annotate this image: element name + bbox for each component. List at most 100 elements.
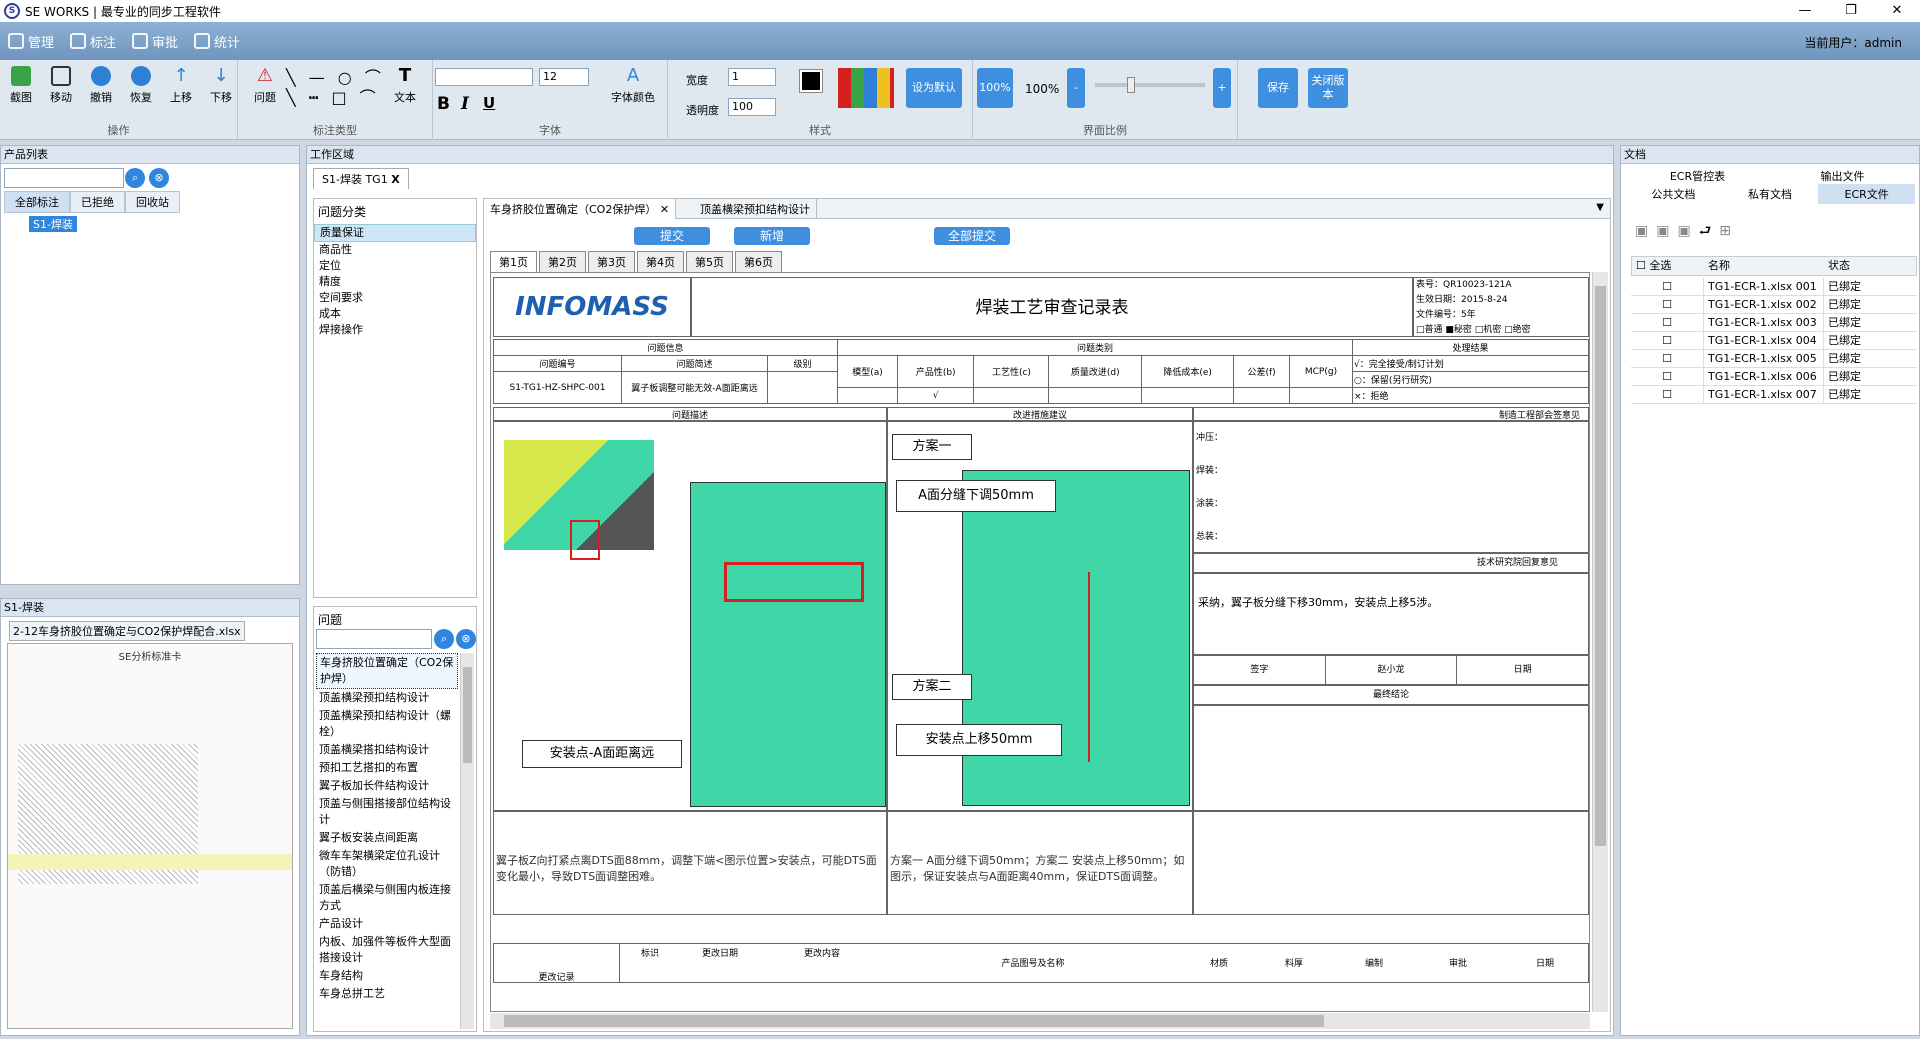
level-value[interactable] [767, 371, 838, 404]
doc-row[interactable]: ☐ TG1-ECR-1.xlsx 007 已绑定 [1631, 386, 1917, 404]
tab-dropdown-icon[interactable]: ▼ [1596, 202, 1604, 213]
scroll-thumb[interactable] [1595, 286, 1606, 846]
font-size-input[interactable]: 12 [539, 68, 589, 86]
bold-button[interactable]: B [437, 94, 450, 114]
text-button[interactable]: T 文本 [388, 66, 422, 105]
sign-welding[interactable]: 焊装： [1196, 455, 1588, 488]
product-search-input[interactable] [4, 168, 124, 188]
issue-item[interactable]: 预扣工艺搭扣的布置 [316, 759, 458, 777]
shape-tools[interactable]: ╲ — ○ ⌒ ╲ ┅ □ ⌒ [286, 68, 386, 108]
cat-select[interactable] [1048, 387, 1143, 404]
page-tab[interactable]: 第4页 [637, 251, 684, 272]
cat-select[interactable] [1233, 387, 1290, 404]
sheet-vscrollbar[interactable] [1592, 272, 1608, 1012]
close-button[interactable]: ✕ [1874, 0, 1920, 22]
zoom-out-button[interactable]: - [1067, 68, 1085, 108]
close-icon[interactable]: X [391, 173, 399, 186]
issue-item[interactable]: 顶盖与侧围搭接部位结构设计 [316, 795, 458, 829]
cat-select[interactable] [1288, 387, 1354, 404]
cat-select[interactable] [973, 387, 1050, 404]
move-up-button[interactable]: ↑ 上移 [164, 66, 198, 105]
category-item[interactable]: 质量保证 [314, 224, 476, 242]
submit-button[interactable]: 提交 [634, 227, 710, 245]
file-thumbnail[interactable]: SE分析标准卡 [7, 643, 293, 1029]
tree-item-s1[interactable]: S1-焊装 [29, 216, 77, 232]
opacity-input[interactable]: 100 [728, 98, 776, 116]
doc-row[interactable]: ☐ TG1-ECR-1.xlsx 002 已绑定 [1631, 296, 1917, 314]
tab-rejected[interactable]: 已拒绝 [70, 191, 125, 213]
page-tab[interactable]: 第6页 [735, 251, 782, 272]
col-name[interactable]: 名称 [1704, 257, 1824, 275]
final-conclusion-area[interactable] [1193, 705, 1589, 811]
tab-public[interactable]: 公共文档 [1625, 184, 1722, 204]
row-checkbox[interactable]: ☐ [1631, 350, 1703, 367]
zoom-slider-handle[interactable] [1127, 77, 1135, 93]
issue-item[interactable]: 微车车架横梁定位孔设计（防错） [316, 847, 458, 881]
tab-ecr-control[interactable]: ECR管控表 [1625, 166, 1770, 186]
scroll-thumb[interactable] [504, 1015, 1324, 1027]
row-checkbox[interactable]: ☐ [1631, 296, 1703, 313]
doc-tab-2[interactable]: 顶盖横梁预扣结构设计 [694, 199, 817, 219]
tab-all[interactable]: 全部标注 [4, 191, 70, 213]
issue-item[interactable]: 顶盖横梁搭扣结构设计 [316, 741, 458, 759]
doc-toolbar-icons[interactable]: ▣▣▣⮐⊞ [1635, 220, 1739, 244]
zoom-in-button[interactable]: + [1213, 68, 1231, 108]
category-item[interactable]: 空间要求 [314, 290, 476, 306]
minimize-button[interactable]: — [1782, 0, 1828, 22]
cat-select[interactable] [837, 387, 898, 404]
row-checkbox[interactable]: ☐ [1631, 368, 1703, 385]
clear-icon[interactable]: ⊗ [149, 168, 169, 188]
category-item[interactable]: 焊接操作 [314, 322, 476, 338]
category-item[interactable]: 定位 [314, 258, 476, 274]
menu-stats[interactable]: 统计 [194, 32, 240, 51]
maximize-button[interactable]: ❐ [1828, 0, 1874, 22]
category-item[interactable]: 商品性 [314, 242, 476, 258]
category-item[interactable]: 精度 [314, 274, 476, 290]
tab-ecr-files[interactable]: ECR文件 [1818, 184, 1916, 204]
file-tab[interactable]: 2-12车身挤胶位置确定与CO2保护焊配合.xlsx [9, 621, 245, 641]
cat-select[interactable] [1141, 387, 1235, 404]
tab-private[interactable]: 私有文档 [1722, 184, 1819, 204]
tab-output[interactable]: 输出文件 [1770, 166, 1915, 186]
page-tab[interactable]: 第1页 [490, 251, 537, 272]
row-checkbox[interactable]: ☐ [1631, 278, 1703, 295]
issue-item[interactable]: 车身挤胶位置确定（CO2保护焊） [316, 653, 458, 689]
issue-item[interactable]: 内板、加强件等板件大型面搭接设计 [316, 933, 458, 967]
issue-scrollbar[interactable] [460, 653, 474, 1029]
doc-tab-active[interactable]: 车身挤胶位置确定（CO2保护焊） ✕ [484, 199, 677, 219]
menu-approve[interactable]: 审批 [132, 32, 178, 51]
width-input[interactable]: 1 [728, 68, 776, 86]
col-status[interactable]: 状态 [1824, 257, 1904, 275]
doc-row[interactable]: ☐ TG1-ECR-1.xlsx 004 已绑定 [1631, 332, 1917, 350]
menu-manage[interactable]: 管理 [8, 32, 54, 51]
sign-stamping[interactable]: 冲压： [1196, 422, 1588, 455]
sign-painting[interactable]: 涂装： [1196, 488, 1588, 521]
issue-item[interactable]: 车身结构 [316, 967, 458, 985]
page-tab[interactable]: 第2页 [539, 251, 586, 272]
add-button[interactable]: 新增 [734, 227, 810, 245]
work-tab[interactable]: S1-焊装 TG1 X [313, 168, 409, 189]
doc-row[interactable]: ☐ TG1-ECR-1.xlsx 001 已绑定 [1631, 278, 1917, 296]
clear-icon[interactable]: ⊗ [456, 629, 476, 649]
row-checkbox[interactable]: ☐ [1631, 386, 1703, 403]
close-version-button[interactable]: 关闭版本 [1308, 68, 1348, 108]
menu-annotate[interactable]: 标注 [70, 32, 116, 51]
issue-item[interactable]: 车身总拼工艺 [316, 985, 458, 1003]
move-down-button[interactable]: ↓ 下移 [204, 66, 238, 105]
move-button[interactable]: 移动 [44, 66, 78, 105]
font-color-button[interactable]: A 字体颜色 [605, 66, 661, 105]
issue-button[interactable]: ⚠ 问题 [248, 66, 282, 105]
scroll-thumb[interactable] [463, 667, 472, 763]
search-icon[interactable]: ⌕ [125, 168, 145, 188]
page-tab[interactable]: 第5页 [686, 251, 733, 272]
zoom-reset-button[interactable]: 100% [977, 68, 1013, 108]
submit-all-button[interactable]: 全部提交 [934, 227, 1010, 245]
row-checkbox[interactable]: ☐ [1631, 332, 1703, 349]
font-family-select[interactable] [435, 68, 533, 86]
search-icon[interactable]: ⌕ [434, 629, 454, 649]
issue-search-input[interactable] [316, 629, 432, 649]
issue-item[interactable]: 顶盖横梁预扣结构设计（螺栓） [316, 707, 458, 741]
page-tab[interactable]: 第3页 [588, 251, 635, 272]
cat-select-checked[interactable]: √ [896, 387, 975, 404]
color-picker-swatch[interactable] [799, 69, 823, 93]
